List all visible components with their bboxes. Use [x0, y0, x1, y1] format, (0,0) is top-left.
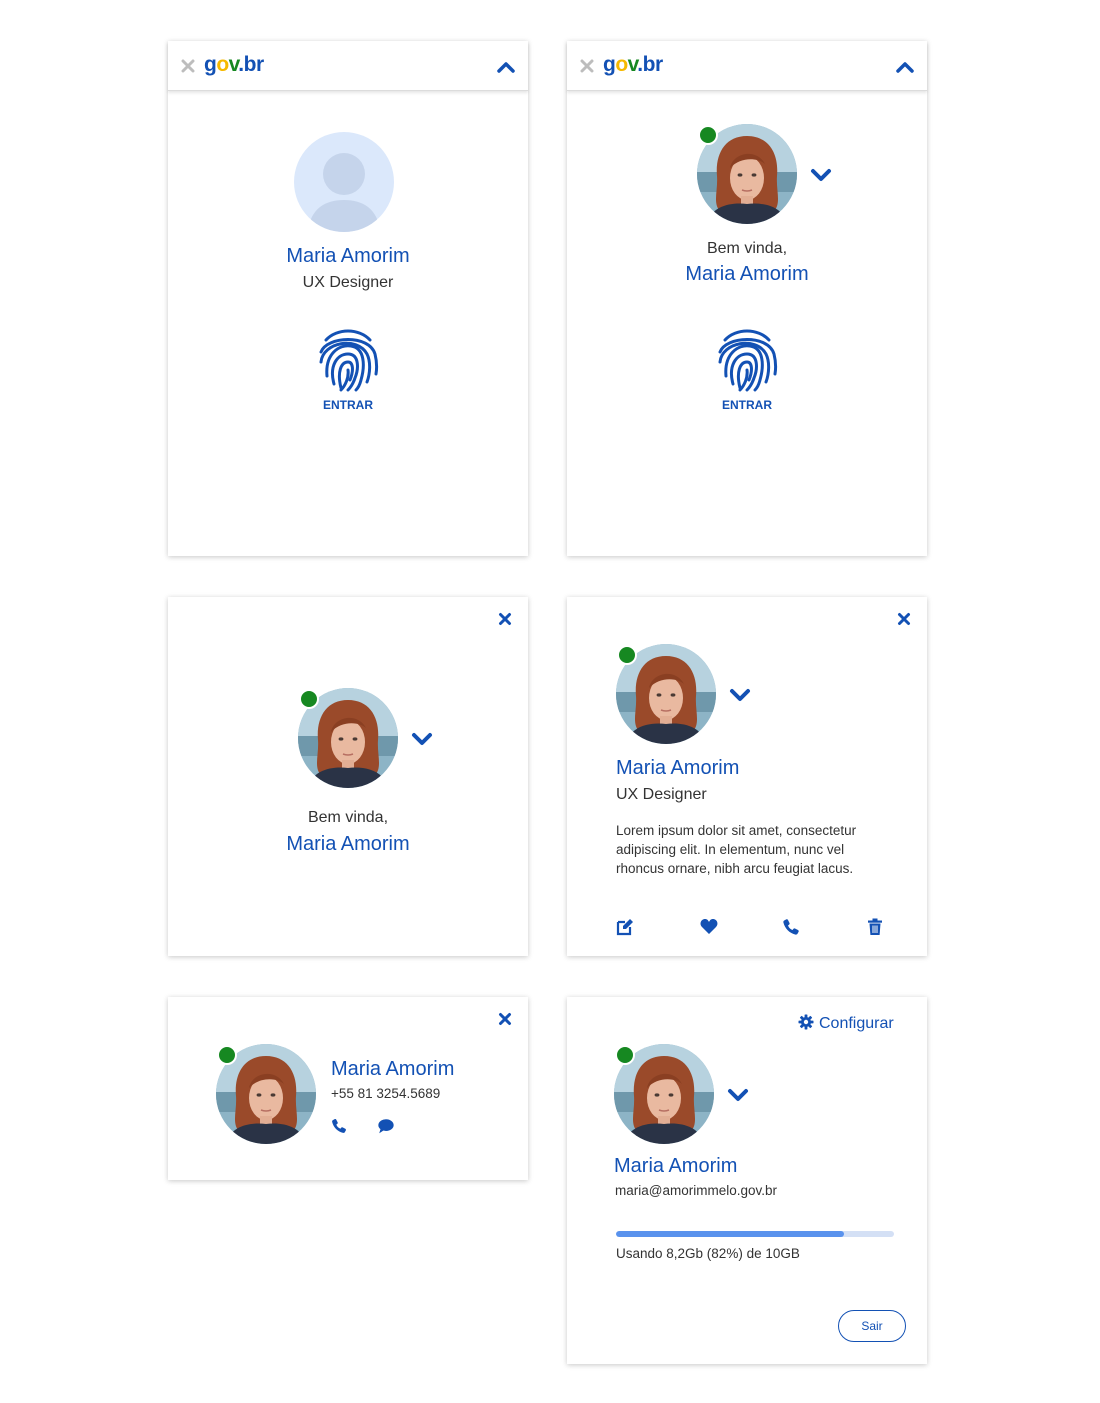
fingerprint-icon[interactable] [317, 326, 379, 392]
phone-icon[interactable] [330, 1117, 348, 1135]
login-button[interactable]: ENTRAR [697, 398, 797, 412]
user-name: Maria Amorim [286, 833, 410, 855]
edit-icon[interactable] [615, 917, 635, 937]
card-header: gov.br [168, 41, 528, 91]
gear-icon [798, 1014, 814, 1030]
online-status-dot [617, 645, 637, 665]
online-status-dot [698, 125, 718, 145]
close-icon[interactable] [580, 59, 594, 73]
account-card: Configurar Maria Amorim maria@amorimmelo… [567, 997, 927, 1364]
user-role: UX Designer [616, 786, 707, 803]
welcome-card: Bem vinda, Maria Amorim [168, 597, 528, 956]
chevron-down-icon[interactable] [727, 1088, 749, 1102]
online-status-dot [615, 1045, 635, 1065]
user-name: Maria Amorim [286, 245, 410, 267]
storage-progress-fill [616, 1231, 844, 1237]
chevron-down-icon[interactable] [411, 732, 433, 746]
close-icon[interactable] [897, 612, 911, 626]
user-role: UX Designer [302, 274, 394, 291]
phone-icon[interactable] [781, 917, 801, 937]
settings-link[interactable]: Configurar [798, 1014, 894, 1034]
govbr-logo: gov.br [603, 53, 663, 76]
close-icon[interactable] [181, 59, 195, 73]
user-email: maria@amorimmelo.gov.br [615, 1183, 777, 1198]
logout-button[interactable]: Sair [838, 1310, 906, 1342]
govbr-logo: gov.br [204, 53, 264, 76]
close-icon[interactable] [498, 612, 512, 626]
fingerprint-icon[interactable] [716, 326, 778, 392]
card-header: gov.br [567, 41, 927, 91]
login-button[interactable]: ENTRAR [298, 398, 398, 412]
contact-card: Maria Amorim +55 81 3254.5689 [168, 997, 528, 1180]
user-name: Maria Amorim [614, 1155, 738, 1177]
storage-progress-bar [616, 1231, 894, 1237]
heart-icon[interactable] [699, 917, 719, 937]
trash-icon[interactable] [865, 917, 885, 937]
chevron-up-icon[interactable] [896, 61, 914, 73]
user-icon [308, 153, 380, 232]
user-description: Lorem ipsum dolor sit amet, consectetur … [616, 823, 857, 876]
user-phone: +55 81 3254.5689 [331, 1086, 441, 1101]
user-name: Maria Amorim [616, 757, 740, 779]
storage-usage-text: Usando 8,2Gb (82%) de 10GB [616, 1246, 800, 1261]
chevron-up-icon[interactable] [497, 61, 515, 73]
online-status-dot [299, 689, 319, 709]
login-card-known-user: gov.br Bem vinda, Maria Amorim ENTRAR [567, 41, 927, 556]
online-status-dot [217, 1045, 237, 1065]
greeting: Bem vinda, [706, 240, 788, 257]
chat-icon[interactable] [377, 1117, 395, 1135]
avatar-placeholder [294, 132, 394, 232]
user-name: Maria Amorim [685, 263, 809, 285]
user-name: Maria Amorim [331, 1058, 455, 1080]
close-icon[interactable] [498, 1012, 512, 1026]
profile-card: Maria Amorim UX Designer Lorem ipsum dol… [567, 597, 927, 956]
chevron-down-icon[interactable] [810, 168, 832, 182]
settings-label: Configurar [819, 1015, 894, 1032]
chevron-down-icon[interactable] [729, 688, 751, 702]
greeting: Bem vinda, [307, 809, 389, 826]
login-card-anonymous: gov.br Maria Amorim UX Designer ENTRAR [168, 41, 528, 556]
